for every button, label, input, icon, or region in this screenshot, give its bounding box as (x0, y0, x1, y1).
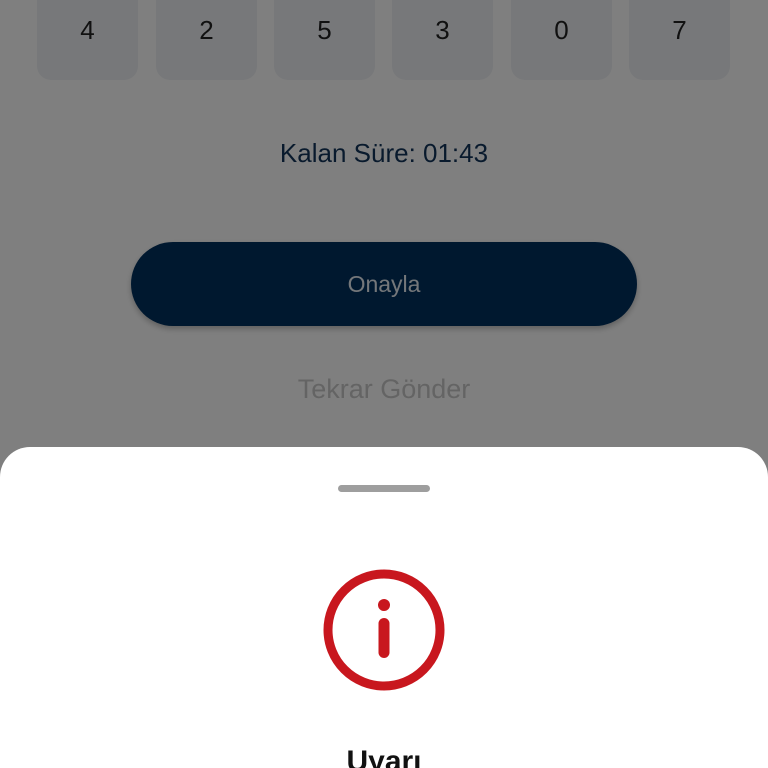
sheet-title: Uyarı (346, 745, 422, 768)
info-icon (320, 566, 448, 694)
warning-bottom-sheet: Uyarı (0, 447, 768, 768)
sheet-drag-handle[interactable] (338, 485, 430, 492)
